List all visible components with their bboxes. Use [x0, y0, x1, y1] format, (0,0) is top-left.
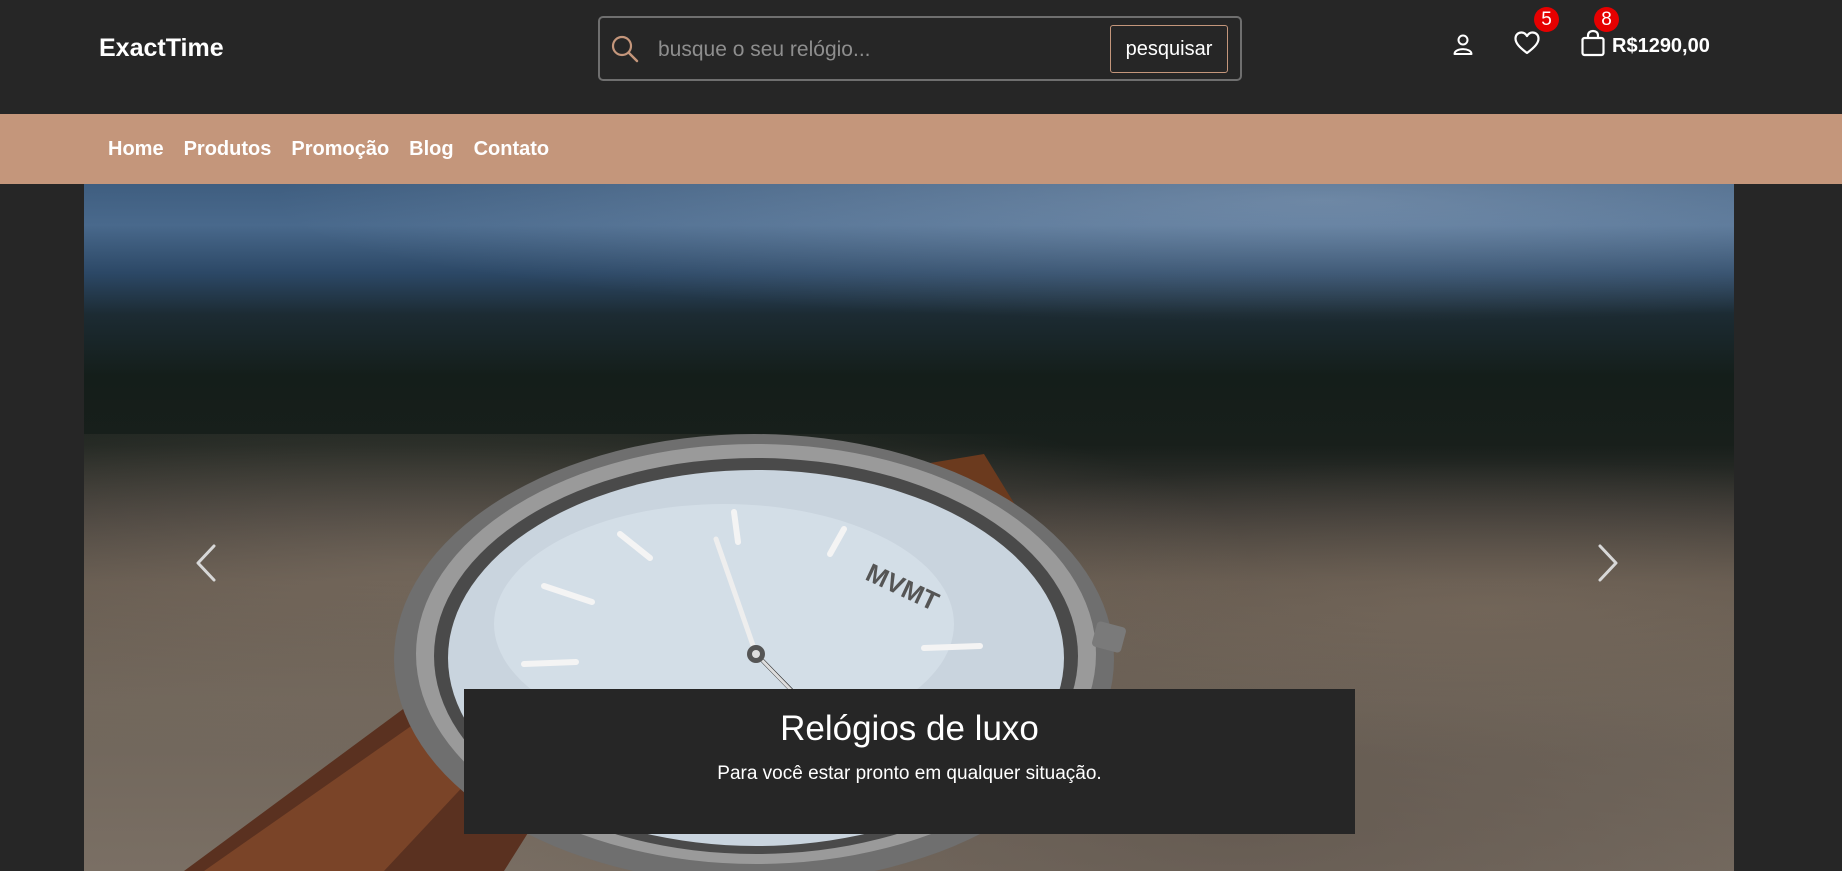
wishlist-count-badge: 5 [1534, 7, 1559, 32]
nav-item-home[interactable]: Home [108, 138, 164, 161]
nav-item-produtos[interactable]: Produtos [184, 138, 272, 161]
hero-title: Relógios de luxo [780, 709, 1039, 748]
search-input[interactable] [656, 32, 1090, 68]
carousel-next-arrow-icon[interactable] [1592, 542, 1622, 584]
hero-carousel: MVMT Relógios de luxo Para você estar pr… [84, 184, 1734, 871]
nav-item-promocao[interactable]: Promoção [291, 138, 389, 161]
search-button[interactable]: pesquisar [1110, 25, 1228, 73]
main-nav: Home Produtos Promoção Blog Contato [0, 114, 1842, 184]
search-icon [611, 35, 639, 63]
search-bar: pesquisar [598, 16, 1242, 81]
user-icon[interactable] [1451, 32, 1475, 56]
hero-subtitle: Para você estar pronto em qualquer situa… [717, 763, 1102, 784]
carousel-prev-arrow-icon[interactable] [192, 542, 222, 584]
nav-item-contato[interactable]: Contato [474, 138, 550, 161]
brand-logo[interactable]: ExactTime [99, 34, 224, 63]
shopping-bag-icon[interactable] [1580, 29, 1606, 57]
top-header: ExactTime pesquisar 5 8 R$1290,00 [0, 0, 1842, 114]
cart-count-badge: 8 [1594, 7, 1619, 32]
hero-caption: Relógios de luxo Para você estar pronto … [464, 689, 1355, 834]
heart-icon[interactable] [1513, 29, 1541, 57]
cart-total[interactable]: R$1290,00 [1612, 35, 1710, 58]
nav-item-blog[interactable]: Blog [409, 138, 453, 161]
